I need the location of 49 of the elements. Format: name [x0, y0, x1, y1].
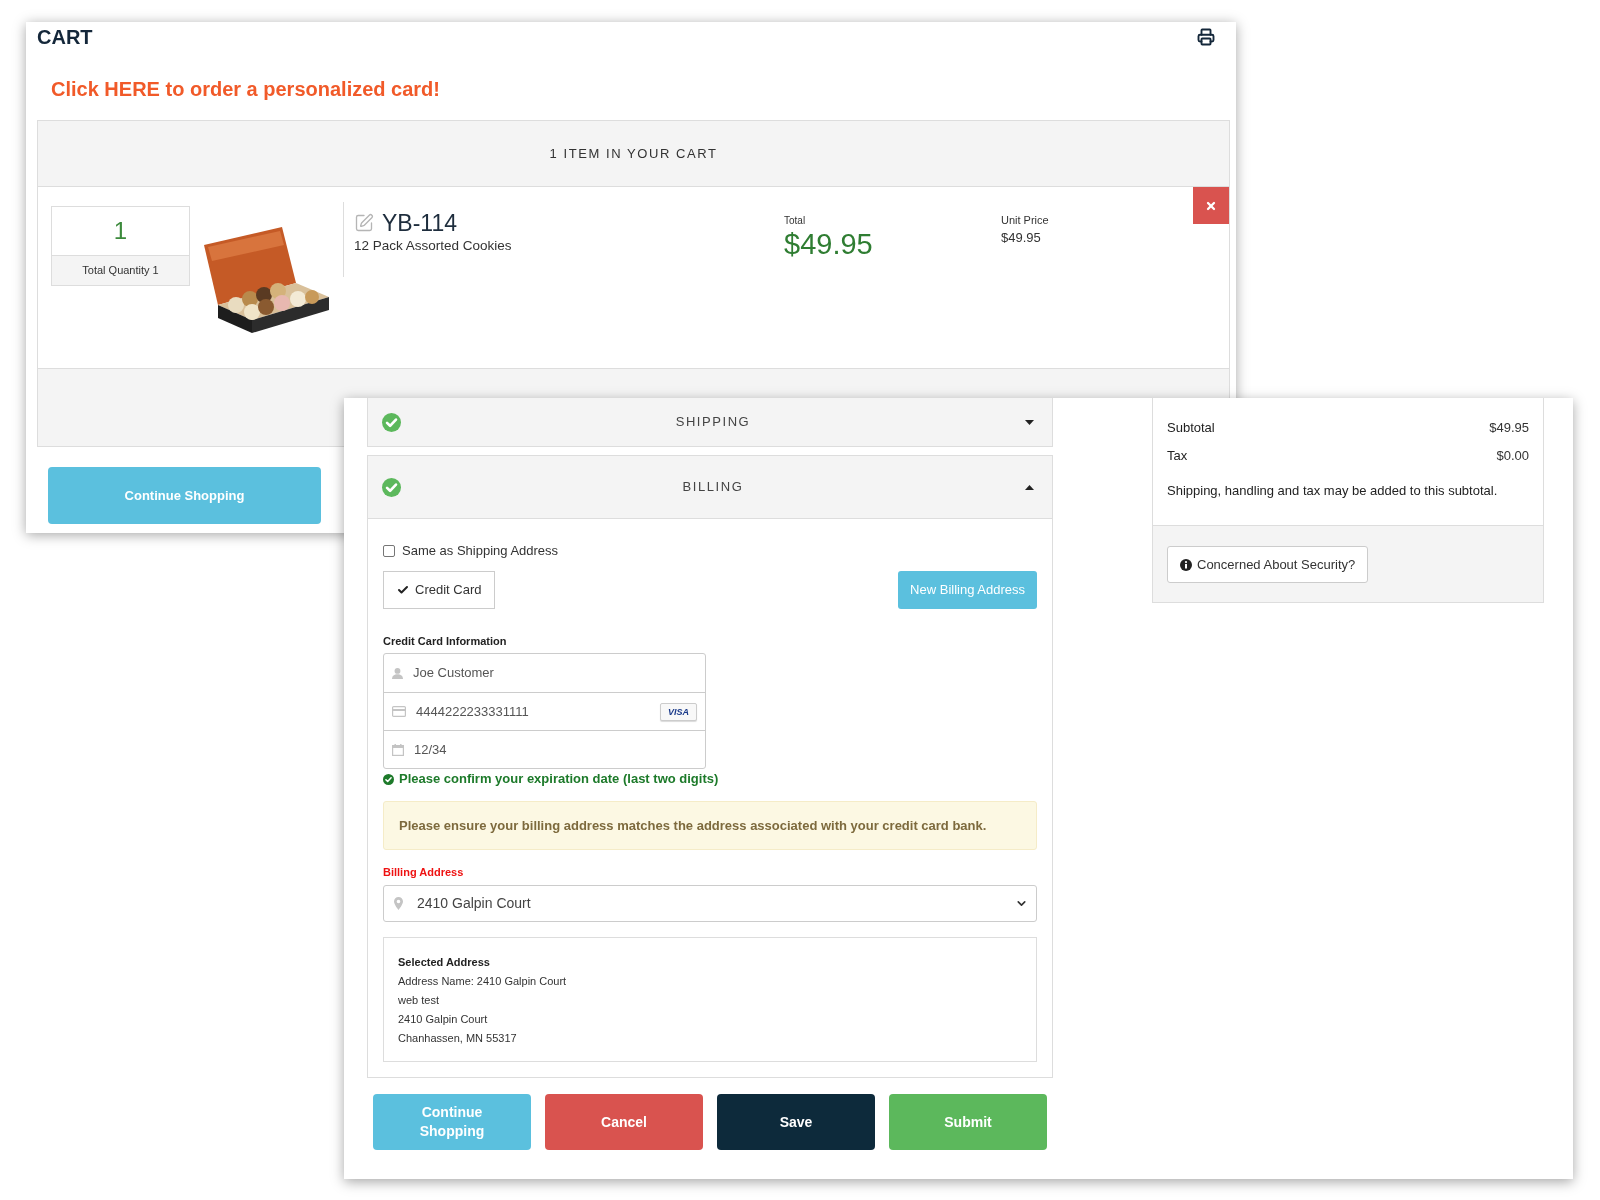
user-icon — [392, 667, 403, 679]
subtotal-note: Shipping, handling and tax may be added to this subtotal. — [1167, 482, 1498, 500]
print-icon[interactable] — [1197, 28, 1215, 46]
product-description: 12 Pack Assorted Cookies — [354, 237, 512, 255]
unit-price-label: Unit Price — [1001, 214, 1049, 227]
billing-address-warning: Please ensure your billing address matches the address associated with your credit card bank. — [399, 816, 987, 835]
product-sku: YB-114 — [382, 209, 457, 237]
card-info-label: Credit Card Information — [383, 635, 507, 648]
security-info-button[interactable]: Concerned About Security? — [1167, 546, 1369, 583]
close-icon — [1205, 199, 1217, 212]
summary-value: $0.00 — [1496, 447, 1529, 466]
credit-card-toggle[interactable]: Credit Card — [383, 571, 496, 609]
address-line: Chanhassen, MN 55317 — [398, 1031, 517, 1046]
remove-item-button[interactable] — [1193, 187, 1229, 224]
quantity-label: Total Quantity 1 — [82, 263, 159, 279]
address-line: Address Name: 2410 Galpin Court — [398, 974, 567, 989]
caret-down-icon[interactable] — [1025, 419, 1034, 425]
unit-price: $49.95 — [1001, 230, 1041, 246]
calendar-icon — [392, 743, 404, 756]
caret-up-icon[interactable] — [1025, 484, 1034, 490]
check-icon — [397, 584, 409, 596]
summary-value: $49.95 — [1489, 419, 1529, 438]
quantity-value: 1 — [113, 217, 128, 245]
save-button[interactable]: Save — [717, 1094, 875, 1150]
cart-count-heading: 1 ITEM IN YOUR CART — [549, 144, 718, 163]
total-label: Total — [784, 214, 806, 227]
card-number-field[interactable]: 4444222233331111 VISA — [384, 692, 705, 730]
billing-address-label: Billing Address — [383, 866, 464, 879]
info-icon — [1180, 558, 1192, 571]
summary-label: Tax — [1167, 447, 1188, 466]
card-brand-badge: VISA — [660, 702, 697, 721]
expiry-notice: Please confirm your expiration date (last two digits) — [399, 770, 719, 789]
same-as-shipping-checkbox[interactable] — [383, 545, 395, 557]
total-price: $49.95 — [784, 227, 873, 261]
expiry-date-field[interactable]: 12/34 — [384, 730, 705, 768]
address-line: web test — [398, 993, 439, 1008]
cardholder-name-field[interactable]: Joe Customer — [384, 654, 705, 692]
summary-label: Subtotal — [1167, 419, 1215, 438]
map-pin-icon — [394, 897, 403, 910]
selected-address-heading: Selected Address — [398, 955, 490, 970]
cancel-button[interactable]: Cancel — [545, 1094, 703, 1150]
accordion-header[interactable]: SHIPPING — [367, 398, 1053, 447]
address-line: 2410 Galpin Court — [398, 1012, 488, 1027]
same-as-shipping-label: Same as Shipping Address — [402, 542, 559, 561]
check-circle-icon — [383, 773, 394, 785]
cart-title: CART — [37, 25, 93, 49]
credit-card-icon — [392, 706, 406, 717]
accordion-header[interactable]: BILLING — [367, 455, 1053, 519]
billing-address-select[interactable]: 2410 Galpin Court — [383, 885, 1037, 922]
